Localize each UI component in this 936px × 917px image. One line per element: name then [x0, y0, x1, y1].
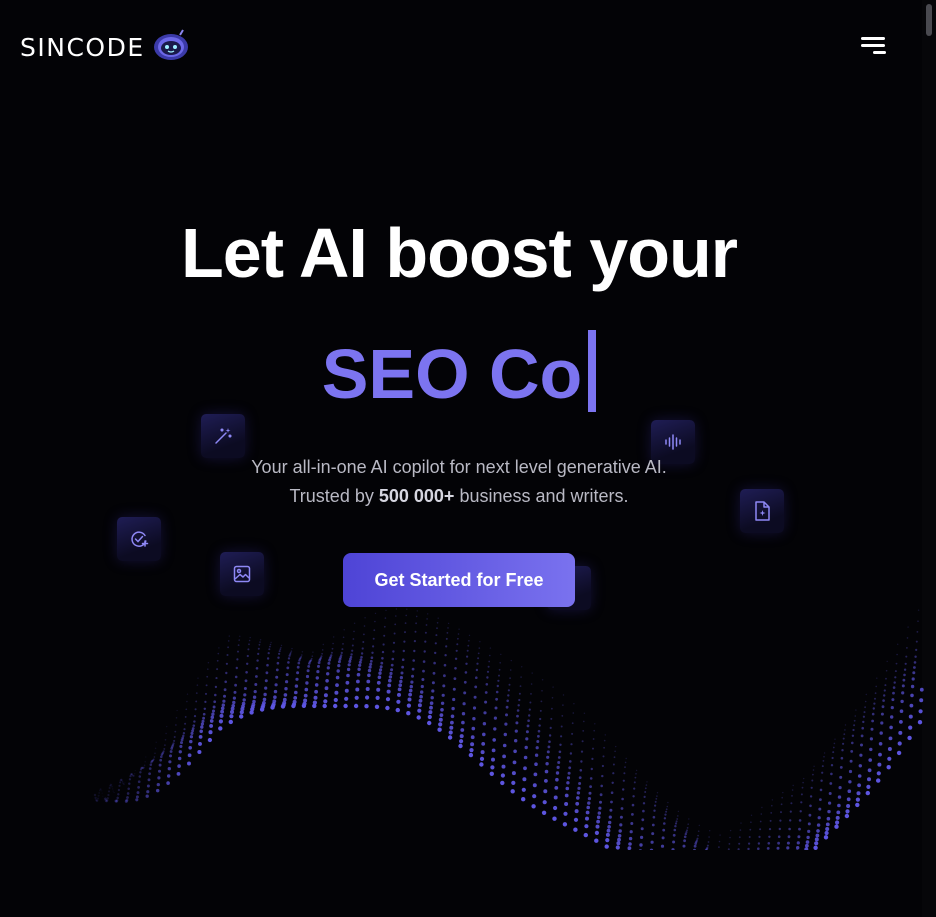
hero-headline: Let AI boost your	[181, 214, 738, 292]
subtitle-suffix: business and writers.	[459, 486, 629, 506]
typing-cursor	[588, 330, 597, 412]
hero-subtitle-line2: Trusted by 500 000+ business and writers…	[0, 486, 918, 507]
particle-wave	[93, 608, 924, 850]
subtitle-prefix: Trusted by	[289, 486, 374, 506]
trusted-count: 500 000+	[378, 486, 455, 506]
typed-text-value: SEO Co	[321, 335, 583, 413]
logo[interactable]: SINCODE	[20, 29, 191, 66]
typed-text: SEO Co	[0, 330, 918, 414]
check-plus-icon	[117, 517, 161, 561]
magic-wand-icon	[201, 414, 245, 458]
scrollbar-thumb[interactable]	[926, 4, 932, 36]
hero-subtitle-line1: Your all-in-one AI copilot for next leve…	[251, 457, 667, 477]
logo-text: SINCODE	[20, 33, 145, 62]
hamburger-menu-icon[interactable]	[858, 33, 890, 57]
robot-icon	[153, 29, 191, 66]
